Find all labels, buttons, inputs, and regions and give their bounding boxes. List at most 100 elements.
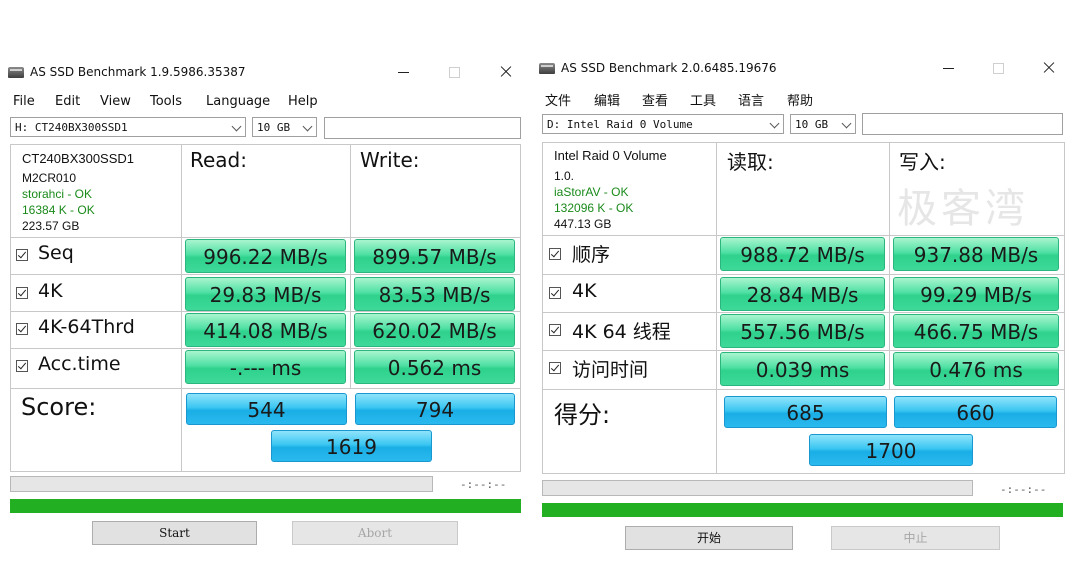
acctime-read-value: 0.039 ms	[720, 352, 885, 386]
grid-divider	[542, 389, 1065, 390]
4k-read-value: 29.83 MB/s	[185, 277, 346, 311]
progress-bar	[10, 476, 433, 492]
menu-language[interactable]: 语言	[738, 90, 764, 109]
as-ssd-window-v2: AS SSD Benchmark 2.0.6485.19676 文件 编辑 查看…	[535, 52, 1076, 558]
seq-read-value: 996.22 MB/s	[185, 239, 346, 273]
drive-select[interactable]: H: CT240BX300SSD1	[10, 117, 246, 137]
menu-file[interactable]: 文件	[545, 90, 571, 109]
grid-divider	[889, 142, 890, 389]
acctime-read-value: -.--- ms	[185, 350, 346, 384]
dropdown-arrow-icon	[302, 121, 313, 132]
size-select[interactable]: 10 GB	[790, 114, 856, 134]
4k64-read-value: 414.08 MB/s	[185, 313, 346, 347]
acctime-write-value: 0.476 ms	[893, 352, 1059, 386]
total-progress-bar	[542, 503, 1063, 517]
alignment-status: 16384 K - OK	[22, 203, 95, 217]
grid-divider	[542, 312, 1065, 313]
total-progress-bar	[10, 499, 521, 513]
drive-select[interactable]: D: Intel Raid 0 Volume	[542, 114, 784, 134]
elapsed-time: -:--:--	[1000, 483, 1047, 496]
title-bar: AS SSD Benchmark 1.9.5986.35387	[4, 56, 526, 88]
window-title: AS SSD Benchmark 2.0.6485.19676	[561, 61, 777, 75]
4k-read-value: 28.84 MB/s	[720, 277, 885, 311]
checkbox-checked-icon[interactable]	[549, 287, 561, 299]
ssd-app-icon	[539, 63, 555, 74]
dropdown-arrow-icon	[231, 121, 242, 132]
menu-view[interactable]: 查看	[642, 90, 668, 109]
seq-write-value: 937.88 MB/s	[893, 237, 1059, 271]
minimize-icon[interactable]	[384, 59, 424, 85]
grid-divider	[350, 144, 351, 389]
checkbox-checked-icon[interactable]	[16, 287, 28, 299]
menu-help[interactable]: 帮助	[787, 90, 813, 109]
checkbox-checked-icon[interactable]	[16, 249, 28, 261]
menu-edit[interactable]: Edit	[55, 94, 80, 109]
status-textbox[interactable]	[862, 113, 1063, 135]
row-label-acctime: Acc.time	[38, 353, 121, 375]
maximize-icon[interactable]	[435, 59, 475, 85]
driver-status: storahci - OK	[22, 187, 93, 201]
checkbox-checked-icon[interactable]	[16, 360, 28, 372]
start-button[interactable]: Start	[92, 521, 257, 545]
watermark-text: 极客湾	[897, 186, 1029, 232]
close-icon[interactable]	[486, 59, 526, 85]
4k64-write-value: 620.02 MB/s	[354, 313, 515, 347]
status-textbox[interactable]	[324, 117, 521, 139]
menu-file[interactable]: File	[13, 94, 35, 109]
grid-divider	[542, 350, 1065, 351]
drive-capacity: 223.57 GB	[22, 219, 80, 233]
size-select-value: 10 GB	[795, 118, 829, 131]
checkbox-checked-icon[interactable]	[549, 248, 561, 260]
read-header: 读取:	[727, 150, 774, 174]
menu-bar: File Edit View Tools Language Help	[4, 92, 526, 112]
row-label-seq: 顺序	[572, 244, 611, 266]
ssd-app-icon	[8, 67, 24, 78]
score-label: 得分:	[554, 401, 611, 429]
menu-language[interactable]: Language	[206, 94, 270, 109]
menu-view[interactable]: View	[100, 94, 131, 109]
checkbox-checked-icon[interactable]	[549, 362, 561, 374]
size-select[interactable]: 10 GB	[252, 117, 317, 137]
close-icon[interactable]	[1029, 55, 1069, 81]
menu-edit[interactable]: 编辑	[594, 90, 620, 109]
drive-capacity: 447.13 GB	[554, 217, 612, 231]
grid-divider	[10, 348, 521, 349]
write-header: Write:	[360, 148, 420, 172]
elapsed-time: -:--:--	[460, 478, 507, 491]
minimize-icon[interactable]	[929, 55, 969, 81]
row-label-4k: 4K	[38, 280, 63, 302]
seq-write-value: 899.57 MB/s	[354, 239, 515, 273]
grid-divider	[10, 388, 521, 389]
driver-status: iaStorAV - OK	[554, 185, 629, 199]
progress-bar	[542, 480, 973, 496]
size-select-value: 10 GB	[257, 121, 291, 134]
drive-firmware: 1.0.	[554, 169, 575, 183]
alignment-status: 132096 K - OK	[554, 201, 634, 215]
score-read: 544	[186, 393, 347, 425]
as-ssd-window-v1: AS SSD Benchmark 1.9.5986.35387 File Edi…	[4, 56, 526, 556]
maximize-icon[interactable]	[979, 55, 1019, 81]
abort-button[interactable]: 中止	[831, 526, 1000, 550]
menu-bar: 文件 编辑 查看 工具 语言 帮助	[535, 88, 1076, 109]
drive-firmware: M2CR010	[22, 171, 77, 185]
score-read: 685	[724, 396, 887, 428]
checkbox-checked-icon[interactable]	[16, 323, 28, 335]
checkbox-checked-icon[interactable]	[549, 324, 561, 336]
menu-tools[interactable]: 工具	[690, 90, 716, 109]
window-title: AS SSD Benchmark 1.9.5986.35387	[30, 65, 246, 79]
grid-divider	[716, 142, 717, 474]
menu-help[interactable]: Help	[288, 94, 318, 109]
title-bar: AS SSD Benchmark 2.0.6485.19676	[535, 52, 1076, 84]
grid-divider	[542, 274, 1065, 275]
drive-select-value: H: CT240BX300SSD1	[15, 121, 128, 134]
menu-tools[interactable]: Tools	[150, 94, 182, 109]
start-button[interactable]: 开始	[625, 526, 793, 550]
row-label-4k64: 4K-64Thrd	[38, 316, 135, 338]
row-label-seq: Seq	[38, 242, 74, 264]
4k-write-value: 99.29 MB/s	[893, 277, 1059, 311]
grid-divider	[10, 237, 521, 238]
abort-button[interactable]: Abort	[292, 521, 458, 545]
drive-select-value: D: Intel Raid 0 Volume	[547, 118, 693, 131]
drive-model: Intel Raid 0 Volume	[554, 148, 667, 163]
score-label: Score:	[21, 393, 97, 421]
